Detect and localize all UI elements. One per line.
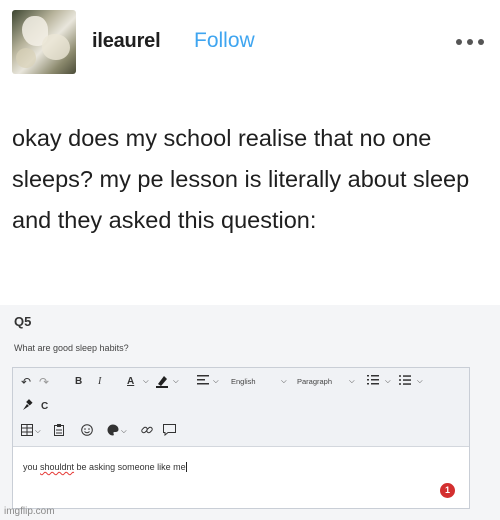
text-color-button[interactable]: A — [127, 374, 134, 390]
emoji-icon[interactable] — [81, 424, 93, 440]
avatar[interactable] — [12, 10, 76, 74]
chevron-down-icon[interactable]: ⌵ — [121, 423, 127, 439]
username-link[interactable]: ileaurel — [92, 30, 161, 53]
chevron-down-icon[interactable]: ⌵ — [143, 373, 149, 389]
post-body-text: okay does my school realise that no one … — [12, 125, 470, 233]
chevron-down-icon[interactable]: ⌵ — [213, 373, 219, 389]
text-cursor — [185, 462, 187, 472]
misspelled-word: shouldnt — [40, 462, 75, 472]
paragraph-select[interactable]: Paragraph — [297, 374, 332, 390]
chevron-down-icon[interactable]: ⌵ — [385, 373, 391, 389]
italic-button[interactable]: I — [98, 374, 101, 390]
error-count-badge[interactable]: 1 — [440, 483, 455, 498]
chevron-down-icon[interactable]: ⌵ — [417, 373, 423, 389]
question-number: Q5 — [14, 314, 32, 329]
more-options-icon[interactable] — [456, 39, 486, 47]
redo-icon[interactable]: ↷ — [39, 374, 49, 390]
avatar-flower — [42, 34, 70, 60]
bold-button[interactable]: B — [75, 374, 82, 390]
link-icon[interactable] — [141, 424, 153, 440]
format-painter-icon[interactable] — [21, 399, 33, 415]
post-header: ileaurel Follow — [12, 10, 488, 74]
watermark: imgflip.com — [4, 506, 55, 517]
answer-text-part: be asking someone like me — [74, 462, 186, 472]
align-icon[interactable] — [197, 374, 209, 390]
dot — [467, 39, 473, 45]
clipboard-icon[interactable] — [53, 424, 65, 440]
clear-format-button[interactable]: C — [41, 399, 48, 415]
dot — [478, 39, 484, 45]
chevron-down-icon[interactable]: ⌵ — [281, 373, 287, 389]
undo-icon[interactable]: ↶ — [21, 374, 31, 390]
chevron-down-icon[interactable]: ⌵ — [349, 373, 355, 389]
follow-button[interactable]: Follow — [194, 29, 255, 53]
table-icon[interactable] — [21, 424, 33, 440]
answer-text[interactable]: you shouldnt be asking someone like me — [23, 462, 187, 472]
editor-toolbar: ↶ ↷ B I A ⌵ ⌵ ⌵ English ⌵ Paragraph ⌵ ⌵ — [13, 368, 469, 447]
question-text: What are good sleep habits? — [14, 343, 129, 353]
chevron-down-icon[interactable]: ⌵ — [173, 373, 179, 389]
embedded-screenshot: Q5 What are good sleep habits? ↶ ↷ B I A… — [0, 305, 500, 520]
bullet-list-icon[interactable] — [399, 374, 411, 390]
comment-icon[interactable] — [163, 424, 176, 440]
language-select[interactable]: English — [231, 374, 256, 390]
numbered-list-icon[interactable] — [367, 374, 379, 390]
highlight-pen-icon[interactable] — [155, 374, 169, 390]
chevron-down-icon[interactable]: ⌵ — [35, 423, 41, 439]
rich-text-editor[interactable]: ↶ ↷ B I A ⌵ ⌵ ⌵ English ⌵ Paragraph ⌵ ⌵ — [12, 367, 470, 509]
dot — [456, 39, 462, 45]
palette-icon[interactable] — [107, 424, 119, 440]
avatar-flower — [16, 48, 36, 68]
answer-text-part: you — [23, 462, 41, 472]
